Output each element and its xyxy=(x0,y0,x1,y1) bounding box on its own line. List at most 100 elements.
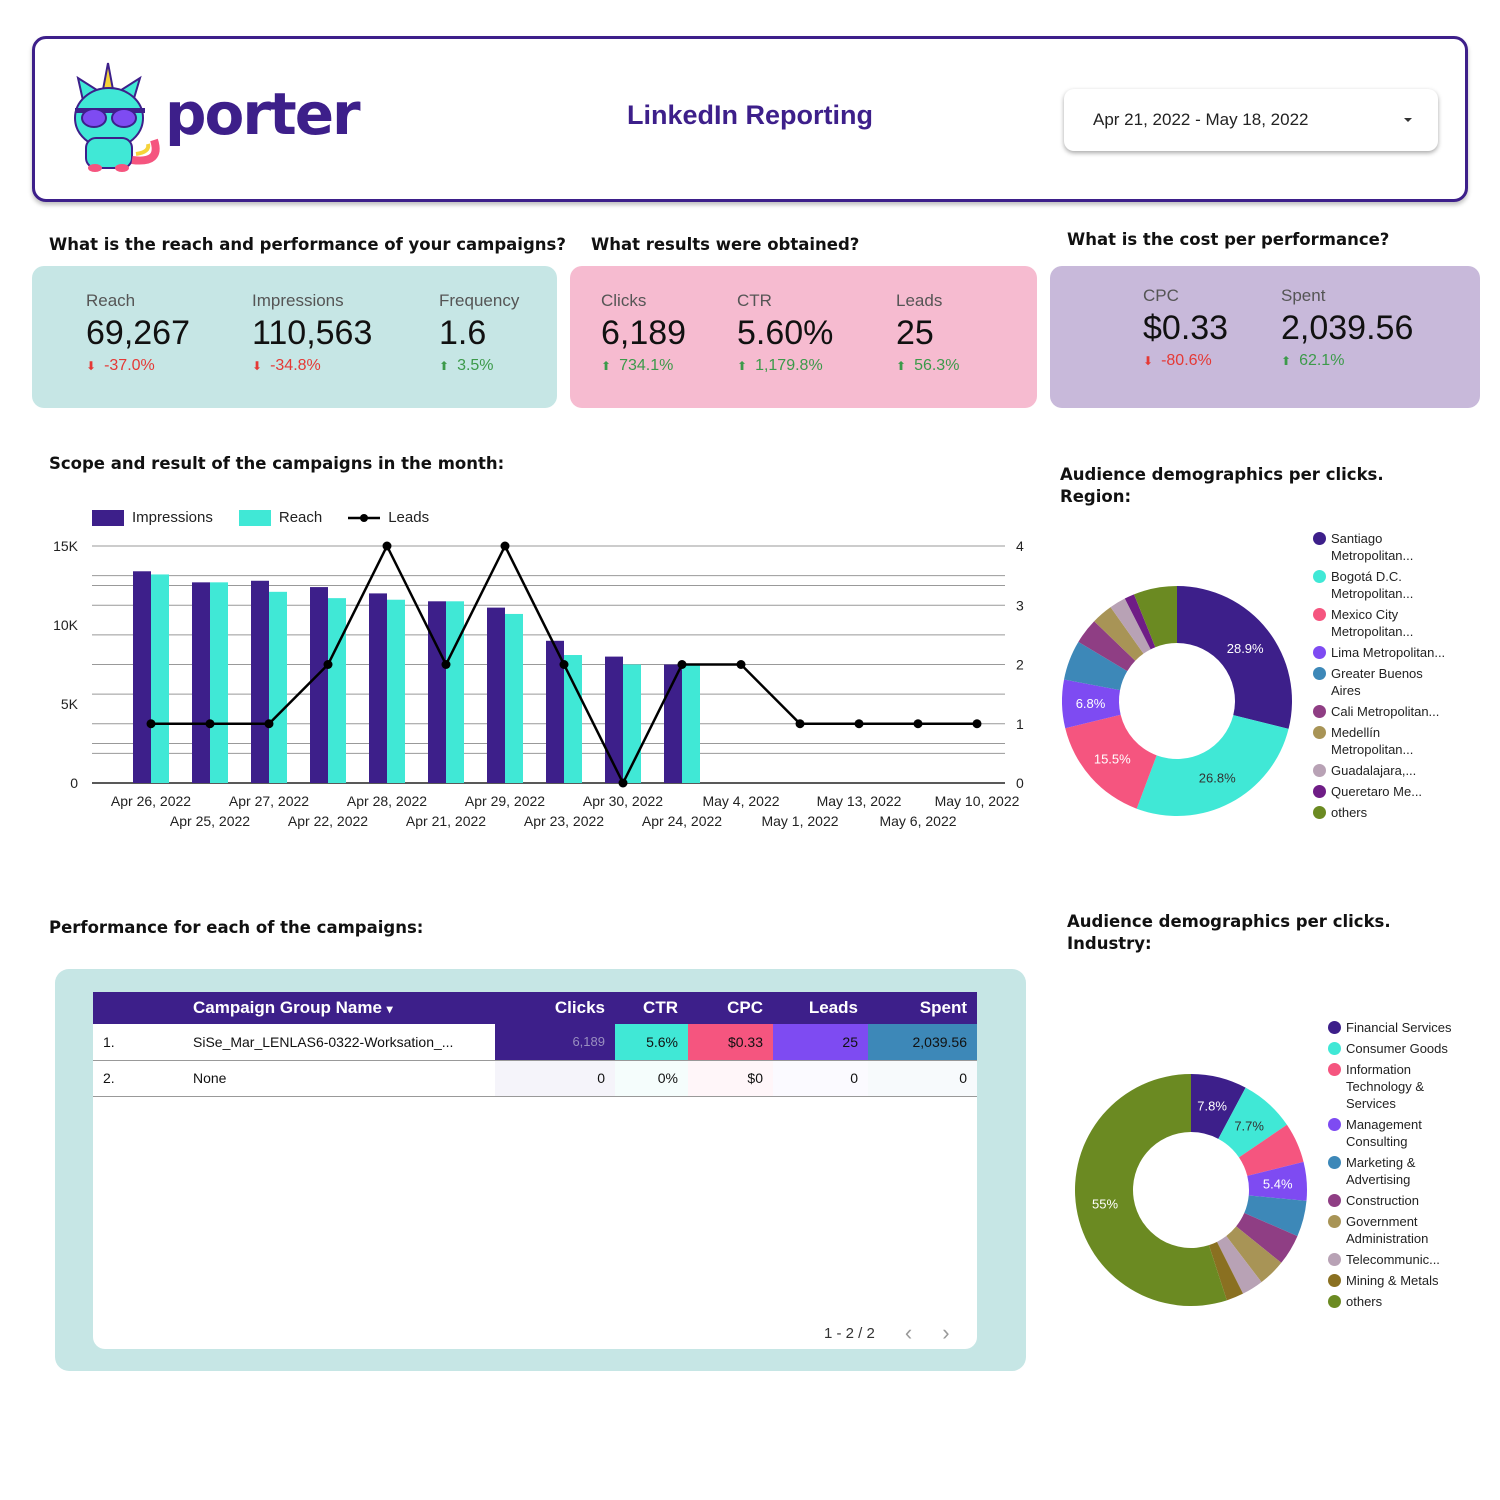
legend-item[interactable]: Bogotá D.C. Metropolitan... xyxy=(1313,568,1446,602)
date-range-picker[interactable]: Apr 21, 2022 - May 18, 2022 xyxy=(1064,89,1438,151)
legend-dot xyxy=(1328,1156,1341,1169)
legend-label: Lima Metropolitan... xyxy=(1331,645,1446,660)
bar-reach xyxy=(446,601,464,783)
col-leads[interactable]: Leads xyxy=(773,992,868,1024)
pie-slice xyxy=(1177,586,1292,729)
legend-dot xyxy=(1313,785,1326,798)
legend-item[interactable]: Mexico City Metropolitan... xyxy=(1313,606,1446,640)
leads-point xyxy=(264,719,274,729)
legend-label: Information Technology & Services xyxy=(1346,1062,1425,1111)
y-right-tick-label: 2 xyxy=(1016,657,1024,673)
row-leads: 0 xyxy=(773,1060,868,1097)
legend-item[interactable]: Telecommunic... xyxy=(1328,1251,1461,1268)
legend-item[interactable]: others xyxy=(1313,804,1446,821)
legend-item[interactable]: Information Technology & Services xyxy=(1328,1061,1461,1112)
legend-item[interactable]: Marketing & Advertising xyxy=(1328,1154,1461,1188)
y-left-tick-label: 5K xyxy=(61,696,79,712)
x-tick-label: Apr 26, 2022 xyxy=(111,793,191,809)
region-chart-title: Audience demographics per clicks. Region… xyxy=(1060,464,1384,508)
pie-slice-label: 6.8% xyxy=(1076,696,1106,711)
x-tick-label: Apr 23, 2022 xyxy=(524,813,604,829)
table-pagination: 1 - 2 / 2 ‹ › xyxy=(824,1320,950,1346)
bar-reach xyxy=(269,591,287,783)
legend-dot xyxy=(1328,1042,1341,1055)
legend-item[interactable]: Mining & Metals xyxy=(1328,1272,1461,1289)
col-clicks[interactable]: Clicks xyxy=(495,992,615,1024)
legend-item[interactable]: Greater Buenos Aires xyxy=(1313,665,1446,699)
y-left-tick-label: 15K xyxy=(53,538,79,554)
x-tick-label: May 10, 2022 xyxy=(935,793,1020,809)
row-campaign-name: None xyxy=(183,1060,495,1097)
legend-dot xyxy=(1328,1194,1341,1207)
table-row[interactable]: 2. None 0 0% $0 0 0 xyxy=(93,1060,977,1097)
bar-impressions xyxy=(369,593,387,783)
bar-reach xyxy=(151,574,169,783)
kpi-value: 2,039.56 xyxy=(1281,309,1414,347)
legend-item[interactable]: Queretaro Me... xyxy=(1313,783,1446,800)
pie-slice-label: 55% xyxy=(1092,1197,1118,1212)
kpi-cpc: CPC $0.33 ⬇ -80.6% xyxy=(1143,286,1228,370)
legend-item[interactable]: Medellín Metropolitan... xyxy=(1313,724,1446,758)
col-spent[interactable]: Spent xyxy=(868,992,977,1024)
pie-slice-label: 7.7% xyxy=(1234,1118,1264,1133)
cost-section-title: What is the cost per performance? xyxy=(1067,230,1390,249)
legend-item[interactable]: Financial Services xyxy=(1328,1019,1461,1036)
bar-impressions xyxy=(310,587,328,783)
col-ctr[interactable]: CTR xyxy=(615,992,688,1024)
industry-donut-chart: 7.8% 7.7% 5.4% 55% xyxy=(1075,1074,1307,1306)
legend-dot xyxy=(1313,646,1326,659)
x-tick-label: Apr 24, 2022 xyxy=(642,813,722,829)
legend-item[interactable]: Consumer Goods xyxy=(1328,1040,1461,1057)
x-tick-label: May 1, 2022 xyxy=(761,813,838,829)
row-spent: 2,039.56 xyxy=(868,1024,977,1061)
x-tick-label: Apr 29, 2022 xyxy=(465,793,545,809)
table-header-row: Campaign Group Name ▾ Clicks CTR CPC Lea… xyxy=(93,992,977,1024)
x-tick-label: Apr 27, 2022 xyxy=(229,793,309,809)
industry-legend: Financial Services Consumer Goods Informat… xyxy=(1328,1019,1461,1310)
col-campaign-group-name[interactable]: Campaign Group Name ▾ xyxy=(183,992,495,1024)
leads-point xyxy=(146,719,156,729)
legend-item[interactable]: Santiago Metropolitan... xyxy=(1313,530,1446,564)
legend-item[interactable]: Government Administration xyxy=(1328,1213,1461,1247)
table-row[interactable]: 1. SiSe_Mar_LENLAS6-0322-Worksation_... … xyxy=(93,1024,977,1061)
leads-point xyxy=(500,541,510,551)
region-donut-chart: 28.9% 26.8% 15.5% 6.8% xyxy=(1062,586,1292,816)
legend-item[interactable]: Construction xyxy=(1328,1192,1461,1209)
row-clicks: 6,189 xyxy=(495,1024,615,1061)
legend-label: Greater Buenos Aires xyxy=(1331,666,1423,698)
legend-label: Management Consulting xyxy=(1346,1117,1422,1149)
legend-label: Queretaro Me... xyxy=(1331,784,1423,799)
col-cpc[interactable]: CPC xyxy=(688,992,773,1024)
kpi-value: $0.33 xyxy=(1143,309,1229,347)
legend-item[interactable]: Guadalajara,... xyxy=(1313,762,1446,779)
chevron-right-icon[interactable]: › xyxy=(942,1320,949,1346)
legend-label: Financial Services xyxy=(1346,1020,1452,1035)
y-right-tick-label: 1 xyxy=(1016,716,1024,732)
industry-title-line1: Audience demographics per clicks. xyxy=(1067,912,1391,931)
row-campaign-name: SiSe_Mar_LENLAS6-0322-Worksation_... xyxy=(183,1024,495,1061)
row-cpc: $0 xyxy=(688,1060,773,1097)
bar-reach xyxy=(505,613,523,783)
pagination-label: 1 - 2 / 2 xyxy=(824,1324,875,1342)
cost-kpi-card: CPC $0.33 ⬇ -80.6% Spent 2,039.56 ⬆ 62.1% xyxy=(1050,266,1480,408)
combo-chart: 0 5K 10K 15K 0 1 2 3 4 Apr 26, 2022 Apr 25, 2022 Ap… xyxy=(53,538,1024,829)
legend-label: Marketing & Advertising xyxy=(1346,1155,1416,1187)
col-index xyxy=(93,992,183,1024)
chevron-left-icon[interactable]: ‹ xyxy=(905,1320,912,1346)
legend-dot xyxy=(1328,1021,1341,1034)
x-tick-label: May 6, 2022 xyxy=(879,813,956,829)
legend-item[interactable]: Management Consulting xyxy=(1328,1116,1461,1150)
legend-item[interactable]: Lima Metropolitan... xyxy=(1313,644,1446,661)
leads-point xyxy=(323,660,333,669)
kpi-label: CPC xyxy=(1143,286,1179,305)
sort-desc-icon[interactable]: ▾ xyxy=(387,1002,393,1016)
row-cpc: $0.33 xyxy=(688,1024,773,1061)
legend-item[interactable]: Cali Metropolitan... xyxy=(1313,703,1446,720)
bar-impressions xyxy=(192,582,210,783)
row-ctr: 5.6% xyxy=(615,1024,688,1061)
row-spent: 0 xyxy=(868,1060,977,1097)
industry-title-line2: Industry: xyxy=(1067,934,1152,953)
legend-item[interactable]: others xyxy=(1328,1293,1461,1310)
y-right-tick-label: 4 xyxy=(1016,538,1024,554)
legend-label: Telecommunic... xyxy=(1346,1252,1440,1267)
